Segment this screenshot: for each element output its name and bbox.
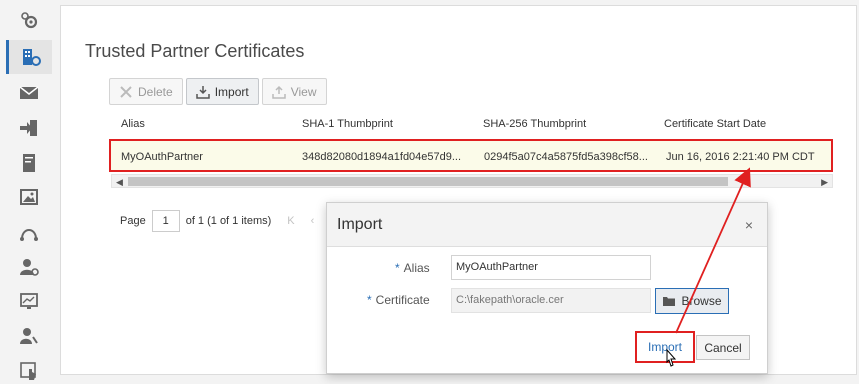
pagination: Page 1 of 1 (1 of 1 items) K ‹ — [120, 210, 314, 232]
document-scroll-icon[interactable] — [6, 146, 52, 180]
download-tray-icon — [195, 85, 210, 99]
folder-icon — [663, 297, 676, 306]
upload-tray-icon — [271, 85, 286, 99]
page-count-text: of 1 (1 of 1 items) — [185, 215, 272, 227]
page-number-value: 1 — [162, 215, 169, 227]
view-button-label: View — [290, 84, 317, 99]
mouse-cursor-icon — [666, 348, 677, 367]
close-icon[interactable]: × — [745, 217, 753, 233]
table-toolbar: Delete Import View — [109, 78, 327, 105]
horizontal-scrollbar[interactable]: ◀ ▶ — [111, 174, 833, 188]
column-header-start-date[interactable]: Certificate Start Date — [664, 118, 766, 130]
cell-start-date: Jun 16, 2016 2:21:40 PM CDT — [666, 151, 815, 163]
cell-sha256: 0294f5a07c4a5875fd5a398cf58... — [484, 151, 648, 163]
delete-icon — [120, 85, 132, 98]
column-header-sha256[interactable]: SHA-256 Thumbprint — [483, 118, 586, 130]
user-gear-icon[interactable] — [6, 250, 52, 284]
alias-label: * Alias — [395, 261, 430, 275]
hand-pointer-icon[interactable] — [6, 354, 52, 384]
alias-input[interactable]: MyOAuthPartner — [451, 255, 651, 280]
cancel-button-label: Cancel — [704, 340, 742, 355]
view-button[interactable]: View — [261, 78, 327, 105]
required-marker: * — [367, 293, 372, 307]
cell-alias: MyOAuthPartner — [121, 151, 203, 163]
gears-icon[interactable] — [6, 4, 52, 38]
browse-button-label: Browse — [681, 294, 722, 308]
first-page-icon[interactable]: K — [287, 215, 294, 227]
previous-page-icon[interactable]: ‹ — [311, 215, 315, 227]
envelope-icon[interactable] — [6, 76, 52, 110]
image-icon[interactable] — [6, 180, 52, 214]
alias-label-text: Alias — [403, 261, 430, 275]
delete-button[interactable]: Delete — [109, 78, 183, 105]
certificate-file-field: C:\fakepath\oracle.cer — [451, 288, 651, 313]
import-dialog: Import × * Alias MyOAuthPartner * Certific… — [326, 202, 768, 374]
dialog-title: Import — [337, 216, 383, 233]
route-icon[interactable] — [6, 215, 52, 249]
building-gear-icon[interactable] — [6, 40, 52, 74]
alias-input-value: MyOAuthPartner — [456, 261, 538, 273]
cell-sha1: 348d82080d1894a1fd04e57d9... — [302, 151, 462, 163]
left-nav-rail — [0, 0, 58, 384]
page-title: Trusted Partner Certificates — [85, 41, 305, 61]
scroll-left-icon[interactable]: ◀ — [116, 175, 123, 189]
certificate-label-text: Certificate — [375, 293, 430, 307]
column-header-sha1[interactable]: SHA-1 Thumbprint — [302, 118, 393, 130]
browse-button[interactable]: Browse — [655, 288, 729, 314]
monitor-chart-icon[interactable] — [6, 284, 52, 318]
scrollbar-thumb[interactable] — [128, 177, 728, 186]
scroll-right-icon[interactable]: ▶ — [821, 175, 828, 189]
certificate-label: * Certificate — [367, 293, 430, 307]
page-number-input[interactable]: 1 — [151, 210, 180, 232]
table-header: Alias SHA-1 Thumbprint SHA-256 Thumbprin… — [109, 114, 831, 136]
cancel-button[interactable]: Cancel — [696, 335, 750, 360]
user-key-icon[interactable] — [6, 319, 52, 353]
certificate-file-value: C:\fakepath\oracle.cer — [456, 294, 564, 306]
delete-button-label: Delete — [138, 84, 173, 99]
sign-in-icon[interactable] — [6, 111, 52, 145]
page-label: Page — [120, 215, 146, 227]
required-marker: * — [395, 261, 400, 275]
import-toolbar-button[interactable]: Import — [185, 78, 259, 105]
import-toolbar-label: Import — [214, 84, 249, 99]
table-row[interactable]: MyOAuthPartner 348d82080d1894a1fd04e57d9… — [109, 139, 833, 172]
column-header-alias[interactable]: Alias — [121, 118, 145, 130]
dialog-header: Import × — [327, 203, 767, 247]
